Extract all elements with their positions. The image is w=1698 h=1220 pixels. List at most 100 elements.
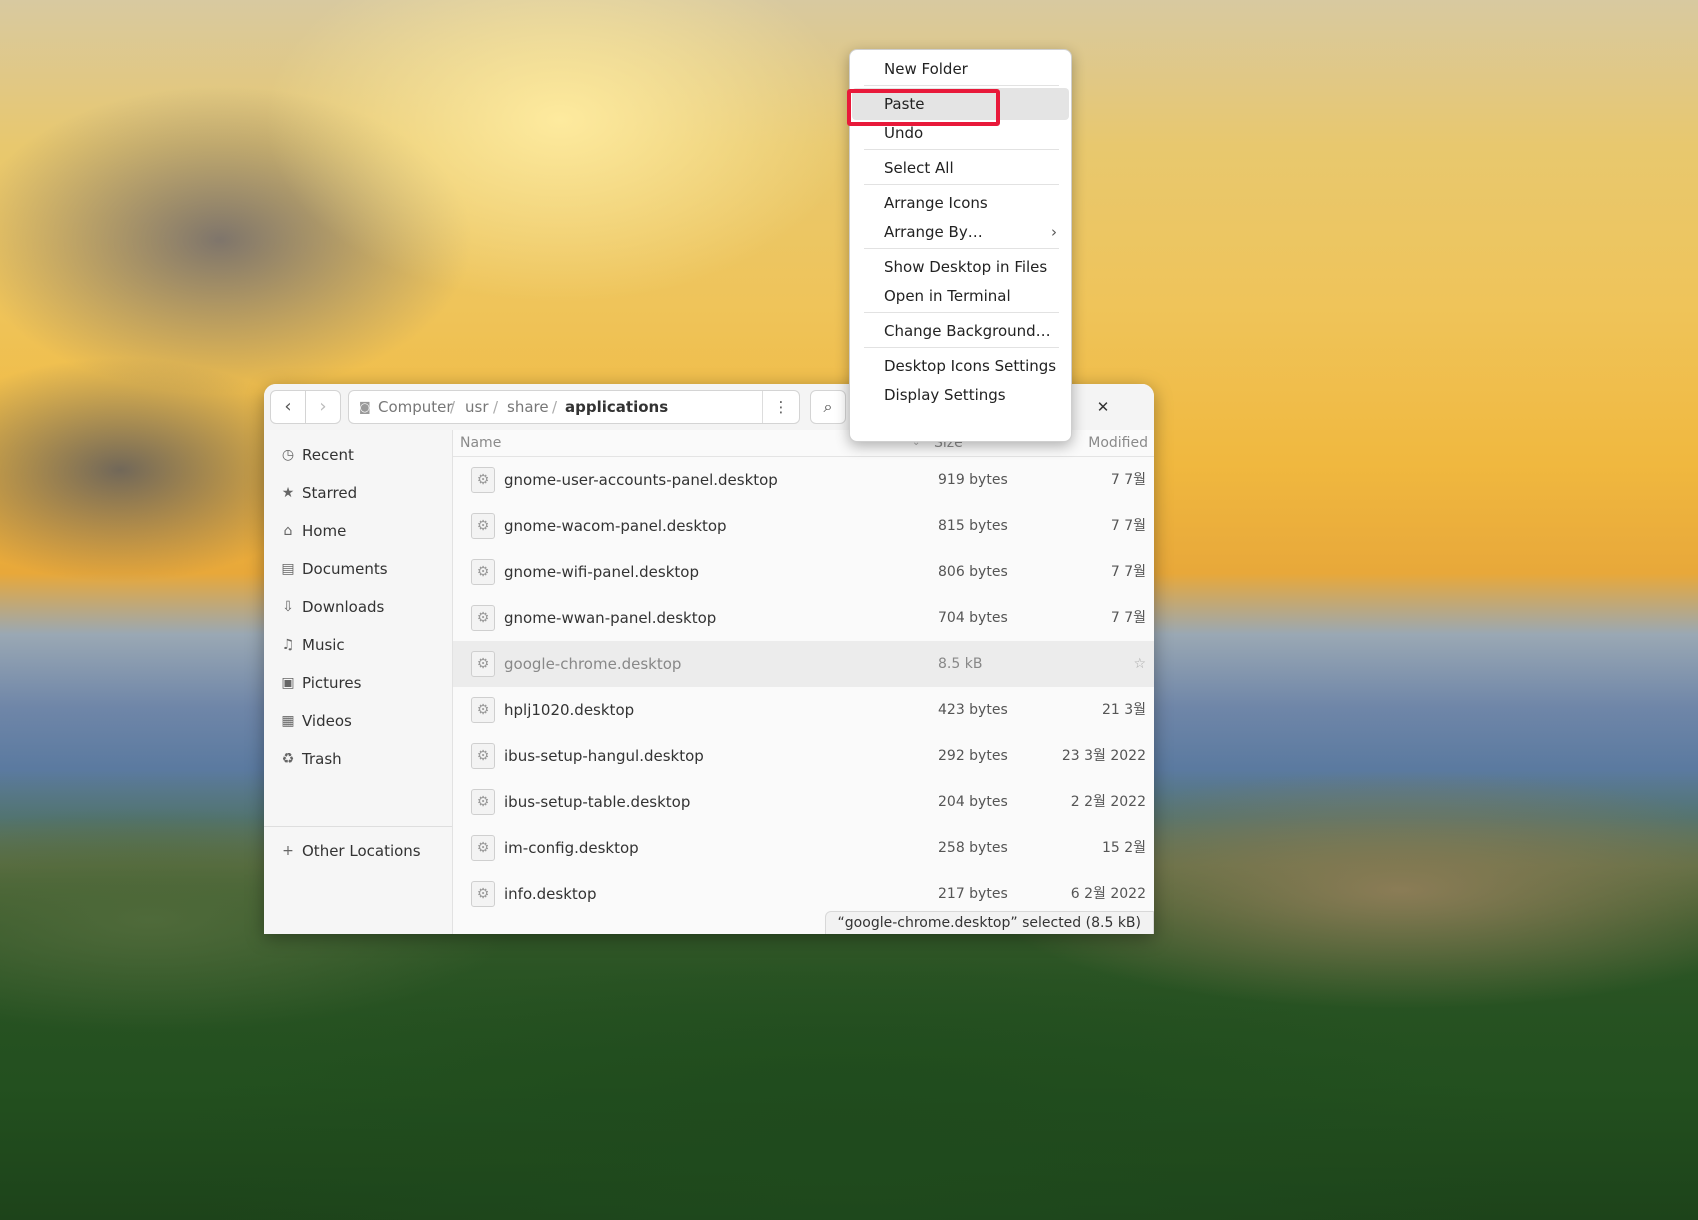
menu-item-label: New Folder (884, 60, 968, 78)
search-icon: ⌕ (823, 397, 833, 416)
file-size: 292 bytes (938, 748, 1008, 764)
table-row[interactable]: ⚙ gnome-wifi-panel.desktop 806 bytes 7 7월 (453, 549, 1154, 595)
highlight-box (847, 89, 1000, 126)
clock-icon: ◷ (281, 447, 295, 463)
sidebar-divider (264, 826, 452, 827)
plus-icon: + (282, 843, 294, 859)
column-name[interactable]: Name (460, 430, 501, 456)
table-row[interactable]: ⚙ gnome-wwan-panel.desktop 704 bytes 7 7월 (453, 595, 1154, 641)
file-name: gnome-user-accounts-panel.desktop (504, 471, 778, 489)
menu-item-desktop-icons-settings[interactable]: Desktop Icons Settings (864, 350, 1059, 382)
forward-button[interactable]: › (305, 390, 341, 424)
files-window: ‹ › ◙ Computer / usr / share / applicati… (264, 384, 1154, 934)
desktop-file-gear-icon: ⚙ (471, 789, 495, 815)
menu-separator (864, 312, 1059, 313)
table-row[interactable]: ⚙ gnome-wacom-panel.desktop 815 bytes 7 7월 (453, 503, 1154, 549)
file-list: Name ⌄ Size Modified ⚙ gnome-user-account… (453, 430, 1154, 934)
breadcrumb-computer[interactable]: Computer (378, 391, 453, 423)
close-icon: ✕ (1096, 398, 1110, 416)
sidebar-item-label: Downloads (302, 598, 385, 616)
file-name: gnome-wifi-panel.desktop (504, 563, 699, 581)
file-size: 704 bytes (938, 610, 1008, 626)
star-outline-icon[interactable]: ☆ (1133, 641, 1146, 687)
sidebar-item-trash[interactable]: ♻ Trash (264, 740, 452, 778)
more-vertical-icon: ⋮ (773, 398, 789, 416)
menu-item-change-background[interactable]: Change Background… (864, 315, 1059, 347)
back-button[interactable]: ‹ (270, 390, 306, 424)
menu-item-label: Display Settings (884, 386, 1006, 404)
desktop-file-gear-icon: ⚙ (471, 605, 495, 631)
file-modified: 15 2월 (1101, 840, 1146, 856)
file-modified: 23 3월 2022 (1061, 748, 1146, 764)
table-row[interactable]: ⚙ hplj1020.desktop 423 bytes 21 3월 (453, 687, 1154, 733)
breadcrumb-applications[interactable]: applications (565, 391, 668, 423)
sidebar-item-home[interactable]: ⌂ Home (264, 512, 452, 550)
sidebar-item-label: Trash (302, 750, 342, 768)
sidebar-item-label: Pictures (302, 674, 362, 692)
menu-item-arrange-by[interactable]: Arrange By… › (864, 216, 1059, 248)
breadcrumb-share[interactable]: share (507, 391, 549, 423)
menu-item-display-settings[interactable]: Display Settings (864, 379, 1059, 411)
table-row[interactable]: ⚙ gnome-user-accounts-panel.desktop 919 by… (453, 457, 1154, 503)
breadcrumb-separator: / (493, 398, 499, 416)
file-name: google-chrome.desktop (504, 655, 682, 673)
chevron-left-icon: ‹ (284, 396, 292, 417)
table-row[interactable]: ⚙ im-config.desktop 258 bytes 15 2월 (453, 825, 1154, 871)
menu-item-open-in-terminal[interactable]: Open in Terminal (864, 280, 1059, 312)
document-icon: ▤ (281, 561, 295, 577)
desktop-file-gear-icon: ⚙ (471, 651, 495, 677)
menu-item-label: Arrange By… (884, 223, 983, 241)
file-name: hplj1020.desktop (504, 701, 635, 719)
sidebar: ◷ Recent ★ Starred ⌂ Home ▤ Documents ⇩ Downloads… (264, 430, 453, 934)
close-button[interactable]: ✕ (1090, 394, 1116, 420)
file-modified: 2 2월 2022 (1070, 794, 1146, 810)
menu-item-label: Select All (884, 159, 954, 177)
menu-item-new-folder[interactable]: New Folder (864, 53, 1059, 85)
file-size: 919 bytes (938, 472, 1008, 488)
sidebar-item-music[interactable]: ♫ Music (264, 626, 452, 664)
menu-separator (864, 184, 1059, 185)
table-row[interactable]: ⚙ ibus-setup-table.desktop 204 bytes 2 2월 2… (453, 779, 1154, 825)
file-name: info.desktop (504, 885, 597, 903)
table-row[interactable]: ⚙ google-chrome.desktop 8.5 kB ☆ (453, 641, 1154, 687)
picture-icon: ▣ (281, 675, 295, 691)
menu-item-arrange-icons[interactable]: Arrange Icons (864, 187, 1059, 219)
file-name: gnome-wwan-panel.desktop (504, 609, 717, 627)
path-menu-button[interactable]: ⋮ (762, 391, 799, 423)
menu-separator (864, 85, 1059, 86)
sidebar-item-downloads[interactable]: ⇩ Downloads (264, 588, 452, 626)
download-icon: ⇩ (282, 599, 294, 615)
desktop-file-gear-icon: ⚙ (471, 467, 495, 493)
chevron-right-icon: › (1051, 223, 1057, 241)
sidebar-item-other-locations[interactable]: + Other Locations (264, 832, 452, 870)
search-button[interactable]: ⌕ (810, 390, 846, 424)
file-name: ibus-setup-hangul.desktop (504, 747, 704, 765)
breadcrumb-separator: / (450, 398, 456, 416)
file-name: im-config.desktop (504, 839, 639, 857)
sidebar-item-videos[interactable]: ▦ Videos (264, 702, 452, 740)
sidebar-item-label: Starred (302, 484, 358, 502)
desktop-file-gear-icon: ⚙ (471, 513, 495, 539)
breadcrumb-usr[interactable]: usr (465, 391, 489, 423)
file-modified: 7 7월 (1110, 564, 1146, 580)
breadcrumb: ◙ Computer / usr / share / applications … (348, 390, 800, 424)
menu-separator (864, 248, 1059, 249)
sidebar-item-starred[interactable]: ★ Starred (264, 474, 452, 512)
status-bar: “google-chrome.desktop” selected (8.5 kB… (824, 911, 1154, 934)
menu-separator (864, 347, 1059, 348)
desktop-file-gear-icon: ⚙ (471, 559, 495, 585)
table-row[interactable]: ⚙ ibus-setup-hangul.desktop 292 bytes 23 3월… (453, 733, 1154, 779)
sidebar-item-label: Videos (302, 712, 352, 730)
sidebar-item-documents[interactable]: ▤ Documents (264, 550, 452, 588)
sidebar-item-pictures[interactable]: ▣ Pictures (264, 664, 452, 702)
menu-item-select-all[interactable]: Select All (864, 152, 1059, 184)
file-modified: 21 3월 (1101, 702, 1146, 718)
column-modified[interactable]: Modified (1088, 430, 1148, 456)
menu-item-label: Arrange Icons (884, 194, 988, 212)
file-size: 806 bytes (938, 564, 1008, 580)
chevron-right-icon: › (319, 396, 327, 417)
menu-item-show-desktop-in-files[interactable]: Show Desktop in Files (864, 251, 1059, 283)
sidebar-item-label: Home (302, 522, 347, 540)
sidebar-item-recent[interactable]: ◷ Recent (264, 436, 452, 474)
sidebar-item-label: Music (302, 636, 345, 654)
